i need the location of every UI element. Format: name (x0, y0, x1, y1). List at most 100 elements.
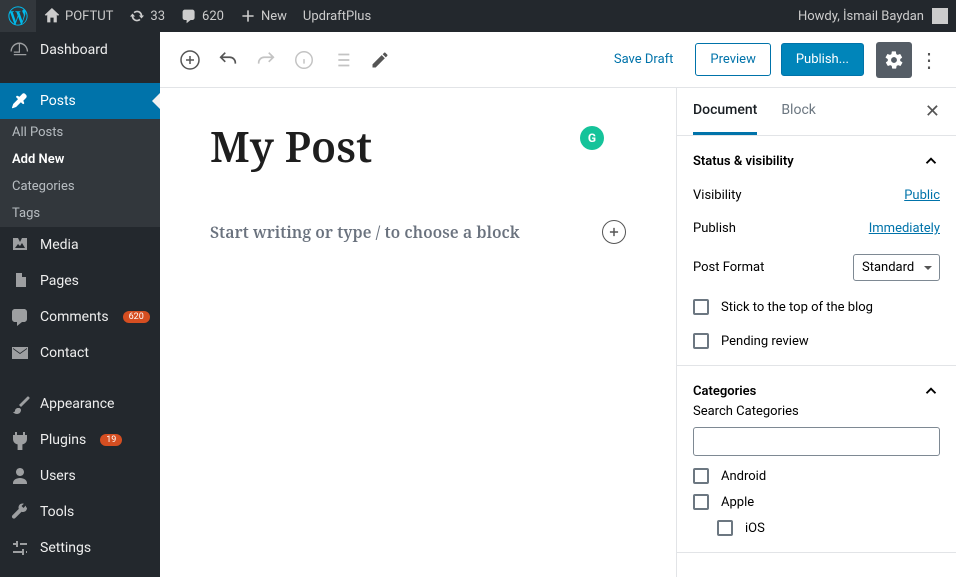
wp-logo-menu[interactable] (0, 0, 36, 32)
settings-tabs: Document Block ✕ (677, 88, 956, 136)
admin-bar-account[interactable]: Howdy, İsmail Baydan (798, 8, 956, 24)
redo-button[interactable] (248, 42, 284, 78)
pin-icon (10, 91, 30, 111)
brush-icon (10, 394, 30, 414)
preview-button[interactable]: Preview (695, 43, 770, 76)
sidebar-item-comments[interactable]: Comments 620 (0, 299, 160, 335)
admin-bar: POFTUT 33 620 New UpdraftPlus Howdy, İsm… (0, 0, 956, 32)
howdy-text: Howdy, İsmail Baydan (798, 9, 924, 24)
main-wrap: Dashboard Posts All Posts Add New Catego… (0, 32, 956, 577)
sidebar-sub-all-posts[interactable]: All Posts (0, 119, 160, 146)
settings-sidebar: Document Block ✕ Status & visibility Vis… (676, 88, 956, 577)
edit-mode-button[interactable] (362, 42, 398, 78)
sidebar-item-posts[interactable]: Posts (0, 83, 160, 119)
default-block[interactable]: Start writing or type / to choose a bloc… (210, 220, 626, 244)
add-block-button[interactable] (172, 42, 208, 78)
search-categories-input[interactable] (693, 427, 940, 456)
sliders-icon (10, 538, 30, 558)
admin-bar-left: POFTUT 33 620 New UpdraftPlus (0, 0, 798, 32)
updates-count: 33 (150, 9, 165, 24)
sidebar-item-contact[interactable]: Contact (0, 335, 160, 371)
sidebar-sub-add-new[interactable]: Add New (0, 146, 160, 173)
search-categories-label: Search Categories (693, 404, 940, 419)
grammarly-icon[interactable]: G (580, 126, 604, 150)
plus-icon (240, 8, 256, 24)
info-icon (293, 49, 315, 71)
editor-body: G Start writing or type / to choose a bl… (160, 88, 956, 577)
update-icon (129, 8, 145, 24)
list-item: Apple (693, 494, 940, 510)
undo-icon (217, 49, 239, 71)
comments-count: 620 (202, 9, 224, 24)
undo-button[interactable] (210, 42, 246, 78)
admin-bar-updates[interactable]: 33 (121, 0, 173, 32)
post-format-select[interactable]: Standard (853, 254, 940, 281)
pending-checkbox[interactable] (693, 333, 709, 349)
editor-content: Save Draft Preview Publish... ⋮ G Start … (160, 32, 956, 577)
post-format-label: Post Format (693, 260, 764, 275)
panel-categories-toggle[interactable]: Categories (693, 382, 940, 400)
sidebar-sub-tags[interactable]: Tags (0, 200, 160, 227)
admin-bar-new[interactable]: New (232, 0, 295, 32)
chevron-up-icon (922, 152, 940, 170)
pending-label: Pending review (721, 334, 809, 349)
close-settings-button[interactable]: ✕ (925, 101, 940, 122)
new-label: New (261, 9, 287, 24)
site-name: POFTUT (65, 9, 113, 24)
post-title-input[interactable] (210, 118, 626, 175)
sidebar-item-users[interactable]: Users (0, 458, 160, 494)
category-checkbox[interactable] (693, 494, 709, 510)
home-icon (44, 8, 60, 24)
settings-toggle-button[interactable] (876, 42, 912, 78)
sidebar-item-appearance[interactable]: Appearance (0, 386, 160, 422)
publish-value-button[interactable]: Immediately (869, 221, 940, 236)
sidebar-item-settings[interactable]: Settings (0, 530, 160, 566)
sidebar-sub-categories[interactable]: Categories (0, 173, 160, 200)
category-checkbox[interactable] (717, 520, 733, 536)
pencil-icon (370, 50, 390, 70)
visibility-value-button[interactable]: Public (904, 188, 940, 203)
comments-badge: 620 (123, 311, 150, 323)
admin-bar-updraft[interactable]: UpdraftPlus (295, 0, 379, 32)
outline-button[interactable] (324, 42, 360, 78)
wrench-icon (10, 502, 30, 522)
admin-sidebar: Dashboard Posts All Posts Add New Catego… (0, 32, 160, 577)
tab-document[interactable]: Document (693, 88, 757, 135)
list-item: Android (693, 468, 940, 484)
info-button[interactable] (286, 42, 322, 78)
plug-icon (10, 430, 30, 450)
admin-bar-site[interactable]: POFTUT (36, 0, 121, 32)
avatar (932, 8, 948, 24)
plus-icon (607, 225, 621, 239)
comment-icon (10, 307, 30, 327)
settings-panel-body: Status & visibility Visibility Public Pu… (677, 136, 956, 577)
wordpress-icon (8, 6, 28, 26)
media-icon (10, 235, 30, 255)
panel-status-visibility: Status & visibility Visibility Public Pu… (677, 136, 956, 366)
sidebar-item-plugins[interactable]: Plugins 19 (0, 422, 160, 458)
save-draft-button[interactable]: Save Draft (602, 44, 686, 75)
more-options-button[interactable]: ⋮ (914, 42, 944, 78)
admin-bar-comments[interactable]: 620 (173, 0, 232, 32)
inline-inserter-button[interactable] (602, 220, 626, 244)
chevron-up-icon (922, 382, 940, 400)
sidebar-item-pages[interactable]: Pages (0, 263, 160, 299)
panel-status-toggle[interactable]: Status & visibility (693, 152, 940, 170)
sticky-label: Stick to the top of the blog (721, 300, 873, 315)
sticky-checkbox[interactable] (693, 299, 709, 315)
dashboard-icon (10, 40, 30, 60)
category-checkbox[interactable] (693, 468, 709, 484)
tab-block[interactable]: Block (781, 88, 816, 135)
block-placeholder: Start writing or type / to choose a bloc… (210, 221, 602, 243)
user-icon (10, 466, 30, 486)
editor-canvas[interactable]: G Start writing or type / to choose a bl… (160, 88, 676, 577)
sidebar-posts-submenu: All Posts Add New Categories Tags (0, 119, 160, 227)
sidebar-item-dashboard[interactable]: Dashboard (0, 32, 160, 68)
categories-list: Android Apple iOS (693, 468, 940, 536)
plus-circle-icon (178, 48, 202, 72)
page-icon (10, 271, 30, 291)
list-item: iOS (717, 520, 940, 536)
sidebar-item-media[interactable]: Media (0, 227, 160, 263)
sidebar-item-tools[interactable]: Tools (0, 494, 160, 530)
publish-button[interactable]: Publish... (781, 43, 864, 76)
